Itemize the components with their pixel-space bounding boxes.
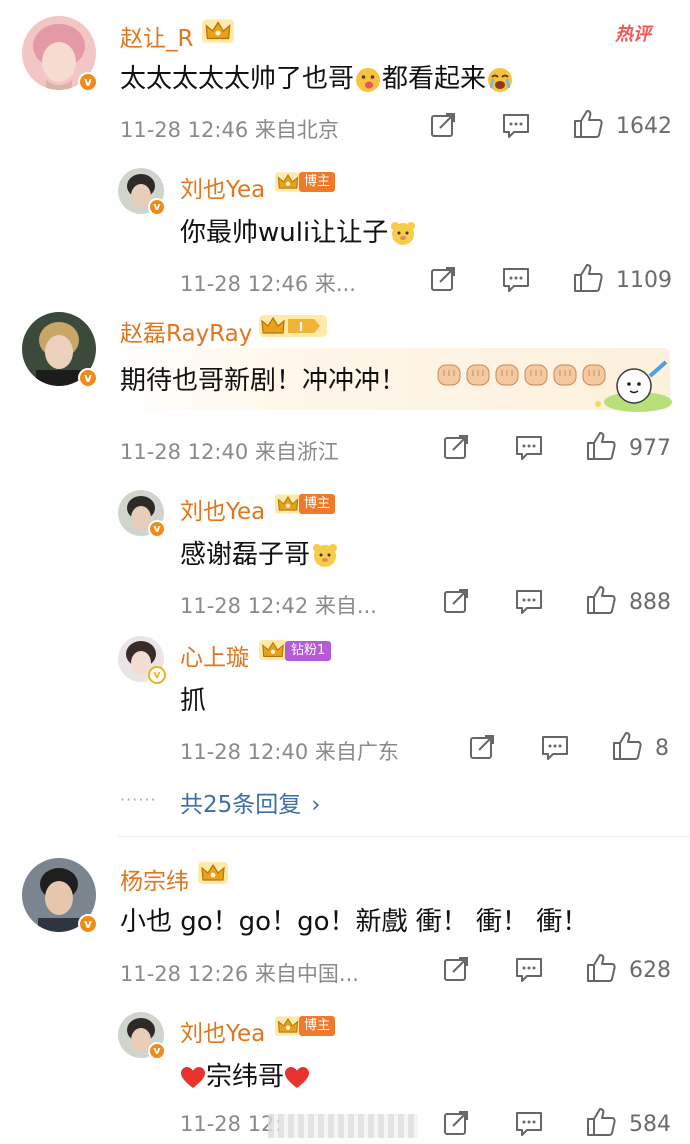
crown-level-icon: I bbox=[259, 315, 327, 337]
share-icon[interactable] bbox=[430, 112, 458, 140]
avatar-xinshangxuan[interactable]: v bbox=[118, 636, 166, 684]
blogger-badge: 博主 bbox=[299, 172, 336, 192]
comment-icon[interactable] bbox=[502, 266, 530, 294]
verified-v-icon: v bbox=[78, 914, 98, 934]
svg-text:I: I bbox=[299, 320, 303, 334]
like-count: 584 bbox=[629, 1112, 671, 1137]
comment-text: 小也 go！go！go！新戲 衝！ 衝！ 衝！ bbox=[120, 901, 588, 938]
fan-badge: 钻粉1 bbox=[285, 641, 332, 661]
crown-icon bbox=[274, 171, 302, 193]
bear-hug-emoji-icon bbox=[313, 543, 338, 567]
thumbs-up-icon[interactable] bbox=[586, 1107, 616, 1137]
like-count: 628 bbox=[629, 958, 671, 983]
crown-icon bbox=[201, 18, 235, 44]
comment-username[interactable]: 刘也Yea bbox=[180, 492, 265, 526]
like-count: 1109 bbox=[616, 268, 672, 293]
comment-icon[interactable] bbox=[515, 434, 543, 462]
verified-v-icon: v bbox=[148, 1042, 166, 1060]
comment-timestamp: 11-28 12:40 来自浙江 bbox=[120, 440, 339, 464]
avatar-liuye[interactable]: v bbox=[118, 168, 166, 216]
red-heart-icon bbox=[181, 1066, 205, 1088]
avatar-yangzongwei[interactable]: v bbox=[22, 858, 98, 934]
share-icon[interactable] bbox=[430, 266, 458, 294]
like-count: 8 bbox=[655, 736, 669, 761]
chevron-right-icon: › bbox=[311, 792, 321, 818]
comment-timestamp: 11-28 12:26 来自中国... bbox=[120, 962, 359, 986]
verified-v-icon: v bbox=[78, 368, 98, 388]
comment-timestamp: 11-28 12: bbox=[180, 1112, 282, 1136]
comment-text: 宗纬哥 bbox=[180, 1056, 310, 1093]
comment-text: 抓 bbox=[180, 680, 206, 717]
comment-username[interactable]: 赵让_R bbox=[120, 19, 193, 53]
comment-icon[interactable] bbox=[541, 734, 569, 762]
comment-text-part: 太太太太太帅了也哥 bbox=[120, 64, 355, 94]
comment-icon[interactable] bbox=[515, 956, 543, 984]
comment-text-part: 感谢磊子哥 bbox=[180, 540, 311, 570]
comment-text-part: 你最帅wuli让让子 bbox=[180, 218, 389, 248]
crown-icon bbox=[274, 1015, 302, 1037]
thumbs-up-icon[interactable] bbox=[573, 263, 603, 293]
like-count: 977 bbox=[629, 436, 671, 461]
comment-timestamp: 11-28 12:46 来自北京 bbox=[120, 118, 339, 142]
avatar-zhaorang[interactable]: v bbox=[22, 16, 98, 92]
verified-v-icon: v bbox=[78, 72, 98, 92]
blogger-badge: 博主 bbox=[299, 1016, 336, 1036]
comment-text: 太太太太太帅了也哥 都看起来 bbox=[120, 58, 514, 95]
avatar-zhaolei[interactable]: v bbox=[22, 312, 98, 388]
comment-icon[interactable] bbox=[515, 588, 543, 616]
crown-icon bbox=[274, 493, 302, 515]
more-replies-label: 共25条回复 bbox=[180, 792, 302, 818]
comment-text-part: 宗纬哥 bbox=[206, 1062, 285, 1092]
share-icon[interactable] bbox=[443, 588, 471, 616]
tongue-emoji-icon bbox=[356, 67, 381, 92]
avatar-liuye[interactable]: v bbox=[118, 490, 166, 538]
thumbs-up-icon[interactable] bbox=[586, 585, 616, 615]
crown-icon bbox=[258, 639, 288, 661]
section-divider bbox=[118, 836, 690, 837]
blogger-badge: 博主 bbox=[299, 494, 336, 514]
share-icon[interactable] bbox=[443, 434, 471, 462]
thumbs-up-icon[interactable] bbox=[586, 953, 616, 983]
like-count: 1642 bbox=[616, 114, 672, 139]
comment-timestamp: 11-28 12:42 来自... bbox=[180, 594, 377, 618]
thumbs-up-icon[interactable] bbox=[573, 109, 603, 139]
watermark-overlay bbox=[268, 1114, 418, 1138]
thumbs-up-icon[interactable] bbox=[586, 431, 616, 461]
comment-text-part: 都看起来 bbox=[382, 64, 487, 94]
share-icon[interactable] bbox=[443, 956, 471, 984]
fist-emoji-row-icon bbox=[437, 364, 606, 386]
red-heart-icon bbox=[285, 1066, 310, 1088]
comment-text-part: 抓 bbox=[180, 686, 207, 716]
like-count: 888 bbox=[629, 590, 671, 615]
comment-text-part: 期待也哥新剧！冲冲冲！ bbox=[120, 366, 407, 396]
verified-v-icon: v bbox=[148, 198, 166, 216]
comment-icon[interactable] bbox=[502, 112, 530, 140]
comment-text-part: 小也 go！go！go！新戲 衝！ 衝！ 衝！ bbox=[120, 907, 589, 937]
comment-username[interactable]: 刘也Yea bbox=[180, 1014, 265, 1048]
crying-emoji-icon bbox=[488, 67, 513, 92]
bear-hug-emoji-icon bbox=[391, 221, 416, 245]
comment-username[interactable]: 赵磊RayRay bbox=[120, 314, 252, 348]
comment-timestamp: 11-28 12:46 来... bbox=[180, 272, 356, 296]
share-icon[interactable] bbox=[469, 734, 497, 762]
share-icon[interactable] bbox=[443, 1110, 471, 1138]
avatar-liuye[interactable]: v bbox=[118, 1012, 166, 1060]
comment-text: 你最帅wuli让让子 bbox=[180, 212, 418, 249]
comment-timestamp: 11-28 12:40 来自广东 bbox=[180, 740, 399, 764]
hot-comment-label: 热评 bbox=[615, 24, 651, 45]
comment-username[interactable]: 杨宗纬 bbox=[120, 862, 189, 896]
verified-v-icon: v bbox=[148, 666, 166, 684]
more-replies-dots: ······ bbox=[120, 790, 157, 809]
comment-icon[interactable] bbox=[515, 1110, 543, 1138]
verified-v-icon: v bbox=[148, 520, 166, 538]
crown-icon bbox=[197, 861, 229, 885]
comment-text: 期待也哥新剧！冲冲冲！ bbox=[120, 360, 406, 397]
comment-text: 感谢磊子哥 bbox=[180, 534, 340, 571]
comment-username[interactable]: 刘也Yea bbox=[180, 170, 265, 204]
thumbs-up-icon[interactable] bbox=[612, 731, 642, 761]
view-more-replies-link[interactable]: 共25条回复 › bbox=[180, 785, 320, 819]
comment-username[interactable]: 心上璇 bbox=[180, 638, 249, 672]
